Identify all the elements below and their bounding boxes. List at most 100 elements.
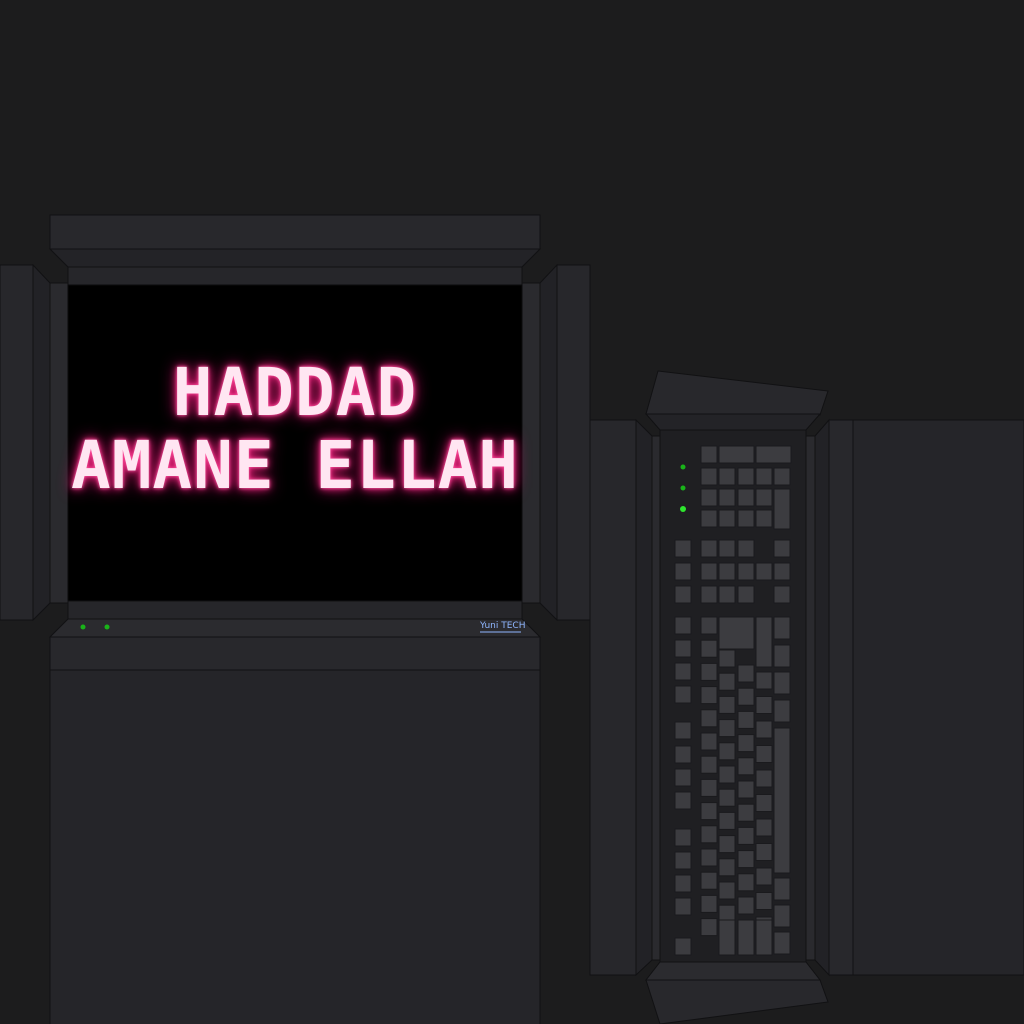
keyboard-key (718, 742, 736, 761)
screen-title-line1: HADDAD (172, 354, 418, 431)
keyboard-key (755, 509, 773, 528)
keyboard-key (755, 696, 773, 714)
keyboard-key (718, 788, 736, 807)
monitor-bottom-lip (67, 600, 523, 620)
keyboard-key (700, 732, 718, 751)
cabinet-left-inner (635, 418, 653, 977)
monitor (0, 214, 591, 1024)
keyboard-key (773, 699, 791, 723)
keyboard-key (773, 904, 791, 928)
keyboard-key (755, 445, 792, 464)
keyboard-key (737, 539, 755, 558)
keyboard-key (700, 585, 718, 604)
keyboard-key (674, 639, 692, 658)
keyboard-key (755, 616, 773, 668)
keyboard-key (674, 874, 692, 893)
keyboard-key (773, 931, 791, 955)
keyboard-key (737, 780, 755, 799)
keyboard-key (674, 616, 692, 635)
keyboard-key (674, 745, 692, 764)
keyboard-key (674, 721, 692, 740)
monitor-base-top (49, 636, 541, 671)
keyboard-key (700, 639, 718, 658)
keyboard-key (700, 825, 718, 844)
keyboard-key (700, 539, 718, 558)
keyboard-key (700, 778, 718, 797)
keyboard-key (773, 488, 791, 530)
monitor-right-frame (521, 282, 541, 604)
keyboard-key (700, 894, 718, 913)
keyboard-key (773, 727, 791, 874)
keyboard-key (755, 867, 773, 886)
keyboard-key (737, 488, 755, 507)
keyboard-led (680, 485, 686, 491)
keyboard-key (755, 919, 773, 956)
cabinet-right-panel (828, 419, 854, 976)
keyboard-key (755, 467, 773, 486)
keyboard-key (718, 695, 736, 714)
keyboard-key (773, 671, 791, 695)
keyboard-key (700, 802, 718, 821)
keyboard-key (718, 919, 736, 956)
status-led (104, 624, 110, 630)
cabinet-left-frame (651, 435, 661, 961)
monitor-left-side (0, 264, 34, 621)
keyboard-key (755, 488, 773, 507)
keyboard-led (680, 464, 686, 470)
keyboard-key (773, 877, 791, 901)
keyboard-key (737, 803, 755, 822)
keyboard-led (680, 506, 686, 512)
cabinet-top-lid (645, 370, 829, 416)
monitor-top-inner (48, 248, 542, 268)
keyboard-key (737, 509, 755, 528)
keyboard-key (674, 539, 692, 558)
keyboard-key (755, 671, 773, 690)
keyboard-key (718, 445, 755, 464)
monitor-top-bezel (49, 214, 541, 250)
keyboard-key (700, 562, 718, 581)
power-led (80, 624, 86, 630)
keyboard-key (700, 871, 718, 890)
keyboard-key (674, 791, 692, 810)
keyboard-cabinet (589, 370, 1024, 1024)
keyboard-key (718, 539, 736, 558)
keyboard-key (718, 467, 736, 486)
keyboard-key (737, 562, 755, 581)
keyboard-key (700, 662, 718, 681)
keyboard-key (773, 539, 791, 558)
keyboard-key (700, 616, 718, 635)
keyboard-key (755, 818, 773, 837)
keyboard-key (718, 672, 736, 691)
keyboard-key (700, 467, 718, 486)
keyboard-key (737, 467, 755, 486)
keyboard-key (773, 616, 791, 640)
cabinet-right-inner (814, 418, 830, 977)
keyboard-key (773, 644, 791, 668)
keyboard-key (674, 937, 692, 956)
keyboard-key (737, 873, 755, 892)
keyboard-key (755, 769, 773, 788)
keyboard-key (737, 734, 755, 753)
keyboard-key (737, 710, 755, 729)
keyboard-key (700, 709, 718, 728)
keyboard-key (718, 765, 736, 784)
keyboard-key (700, 445, 718, 464)
workstation-scene (0, 214, 1024, 1024)
keyboard-key (718, 835, 736, 854)
keyboard-key (755, 745, 773, 763)
keyboard-key (718, 562, 736, 581)
keyboard-key (700, 918, 718, 937)
keyboard-key (674, 851, 692, 870)
keyboard-key (737, 585, 755, 604)
keyboard-key (700, 755, 718, 774)
keyboard-key (755, 720, 773, 739)
keyboard-key (700, 488, 718, 507)
keyboard-key (737, 757, 755, 776)
keyboard-key (718, 616, 755, 650)
monitor-base (49, 669, 541, 1024)
keyboard-key (737, 826, 755, 845)
keyboard-key (773, 562, 791, 581)
keyboard-key (674, 897, 692, 916)
keyboard-key (718, 811, 736, 830)
keyboard-key (755, 843, 773, 861)
